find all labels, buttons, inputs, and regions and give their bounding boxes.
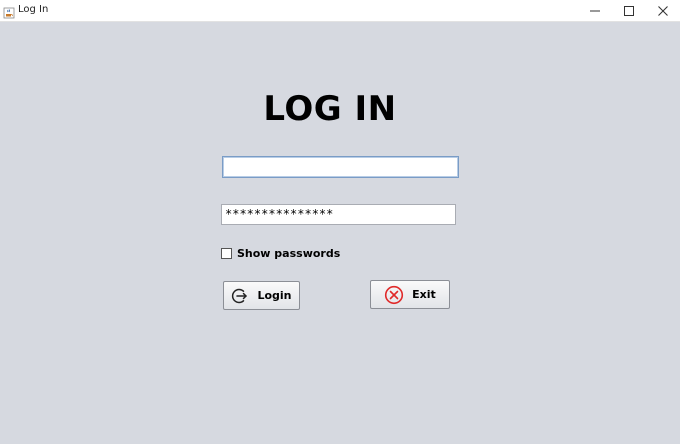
login-button-label: Login: [257, 289, 292, 302]
login-button[interactable]: Login: [223, 281, 300, 310]
minimize-button[interactable]: [578, 0, 612, 22]
show-passwords-toggle[interactable]: Show passwords: [221, 246, 340, 260]
exit-button-label: Exit: [412, 288, 436, 301]
logout-arrow-icon: [232, 288, 248, 303]
title-bar[interactable]: Log In: [0, 0, 680, 22]
cancel-circle-icon: [385, 285, 404, 304]
minimize-icon: [590, 10, 600, 12]
password-masked-value: ***************: [225, 207, 334, 221]
close-button[interactable]: [646, 0, 680, 22]
close-icon: [658, 6, 668, 16]
username-input[interactable]: [222, 156, 459, 178]
java-cup-icon: [3, 4, 15, 19]
login-window: Log In LOG IN *************** Show passw…: [0, 0, 680, 444]
maximize-button[interactable]: [612, 0, 646, 22]
page-title: LOG IN: [263, 89, 397, 129]
window-title: Log In: [18, 4, 49, 15]
show-passwords-checkbox[interactable]: [221, 247, 232, 259]
show-passwords-label: Show passwords: [237, 246, 341, 260]
maximize-icon: [624, 6, 634, 16]
password-input[interactable]: ***************: [221, 204, 456, 225]
exit-button[interactable]: Exit: [370, 280, 450, 309]
